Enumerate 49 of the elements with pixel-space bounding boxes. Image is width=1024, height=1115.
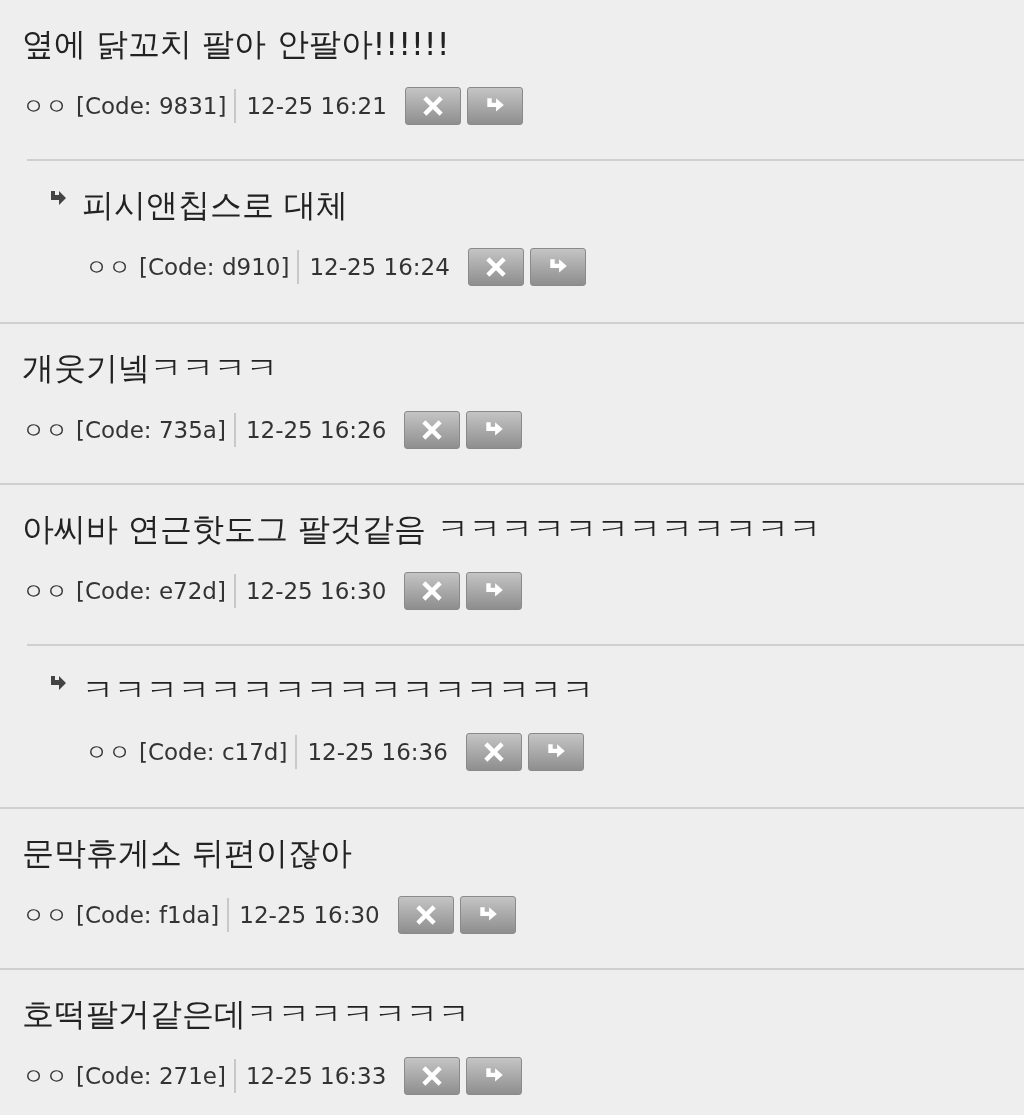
user-code: [Code: 735a] — [76, 413, 236, 447]
author-name: ㅇㅇ — [22, 576, 68, 606]
reply-button[interactable] — [527, 733, 584, 771]
reply-button[interactable] — [466, 1057, 523, 1095]
reply-text: ㅋㅋㅋㅋㅋㅋㅋㅋㅋㅋㅋㅋㅋㅋㅋㅋ — [82, 670, 594, 711]
delete-button[interactable] — [397, 896, 454, 934]
close-icon — [421, 95, 444, 117]
reply-text: 피시앤칩스로 대체 — [82, 185, 349, 226]
author-name: ㅇㅇ — [22, 415, 68, 445]
author-name: ㅇㅇ — [22, 900, 68, 930]
comment-text: 호떡팔거같은데ㅋㅋㅋㅋㅋㅋㅋ — [22, 994, 471, 1035]
comment-text: 개웃기넼ㅋㅋㅋㅋ — [22, 348, 279, 389]
comment-time: 12-25 16:33 — [244, 1063, 387, 1089]
close-icon — [482, 741, 505, 763]
delete-button[interactable] — [404, 411, 461, 449]
author-name: ㅇㅇ — [85, 252, 131, 282]
author-name: ㅇㅇ — [22, 1061, 68, 1091]
delete-button[interactable] — [404, 87, 461, 125]
user-code: [Code: e72d] — [76, 574, 236, 608]
comment-time: 12-25 16:30 — [244, 578, 387, 604]
close-icon — [414, 904, 437, 926]
user-code: [Code: d910] — [139, 250, 300, 284]
comment-time: 12-25 16:30 — [238, 902, 380, 928]
user-code: [Code: c17d] — [139, 735, 298, 769]
comment-time: 12-25 16:36 — [306, 739, 448, 765]
comment-text: 아씨바 연근핫도그 팔것같음 ㅋㅋㅋㅋㅋㅋㅋㅋㅋㅋㅋㅋ — [22, 509, 822, 550]
reply-button[interactable] — [466, 87, 523, 125]
comment-time: 12-25 16:24 — [308, 254, 450, 280]
user-code: [Code: f1da] — [76, 898, 230, 932]
reply-button[interactable] — [466, 572, 523, 610]
comment-text: 옆에 닭꼬치 팔아 안팔아!!!!!! — [22, 24, 451, 65]
user-code: [Code: 271e] — [76, 1059, 236, 1093]
close-icon — [421, 419, 444, 441]
close-icon — [421, 580, 444, 602]
comment-time: 12-25 16:21 — [245, 93, 387, 119]
reply-button[interactable] — [459, 896, 516, 934]
reply-button[interactable] — [466, 411, 523, 449]
comment-time: 12-25 16:26 — [244, 417, 387, 443]
author-name: ㅇㅇ — [22, 91, 68, 121]
delete-button[interactable] — [465, 733, 522, 771]
delete-button[interactable] — [404, 572, 461, 610]
author-name: ㅇㅇ — [85, 737, 131, 767]
user-code: [Code: 9831] — [76, 89, 237, 123]
delete-button[interactable] — [467, 248, 524, 286]
reply-button[interactable] — [529, 248, 586, 286]
delete-button[interactable] — [404, 1057, 461, 1095]
close-icon — [484, 256, 507, 278]
comment-text: 문막휴게소 뒤편이잖아 — [22, 833, 354, 874]
close-icon — [421, 1065, 444, 1087]
